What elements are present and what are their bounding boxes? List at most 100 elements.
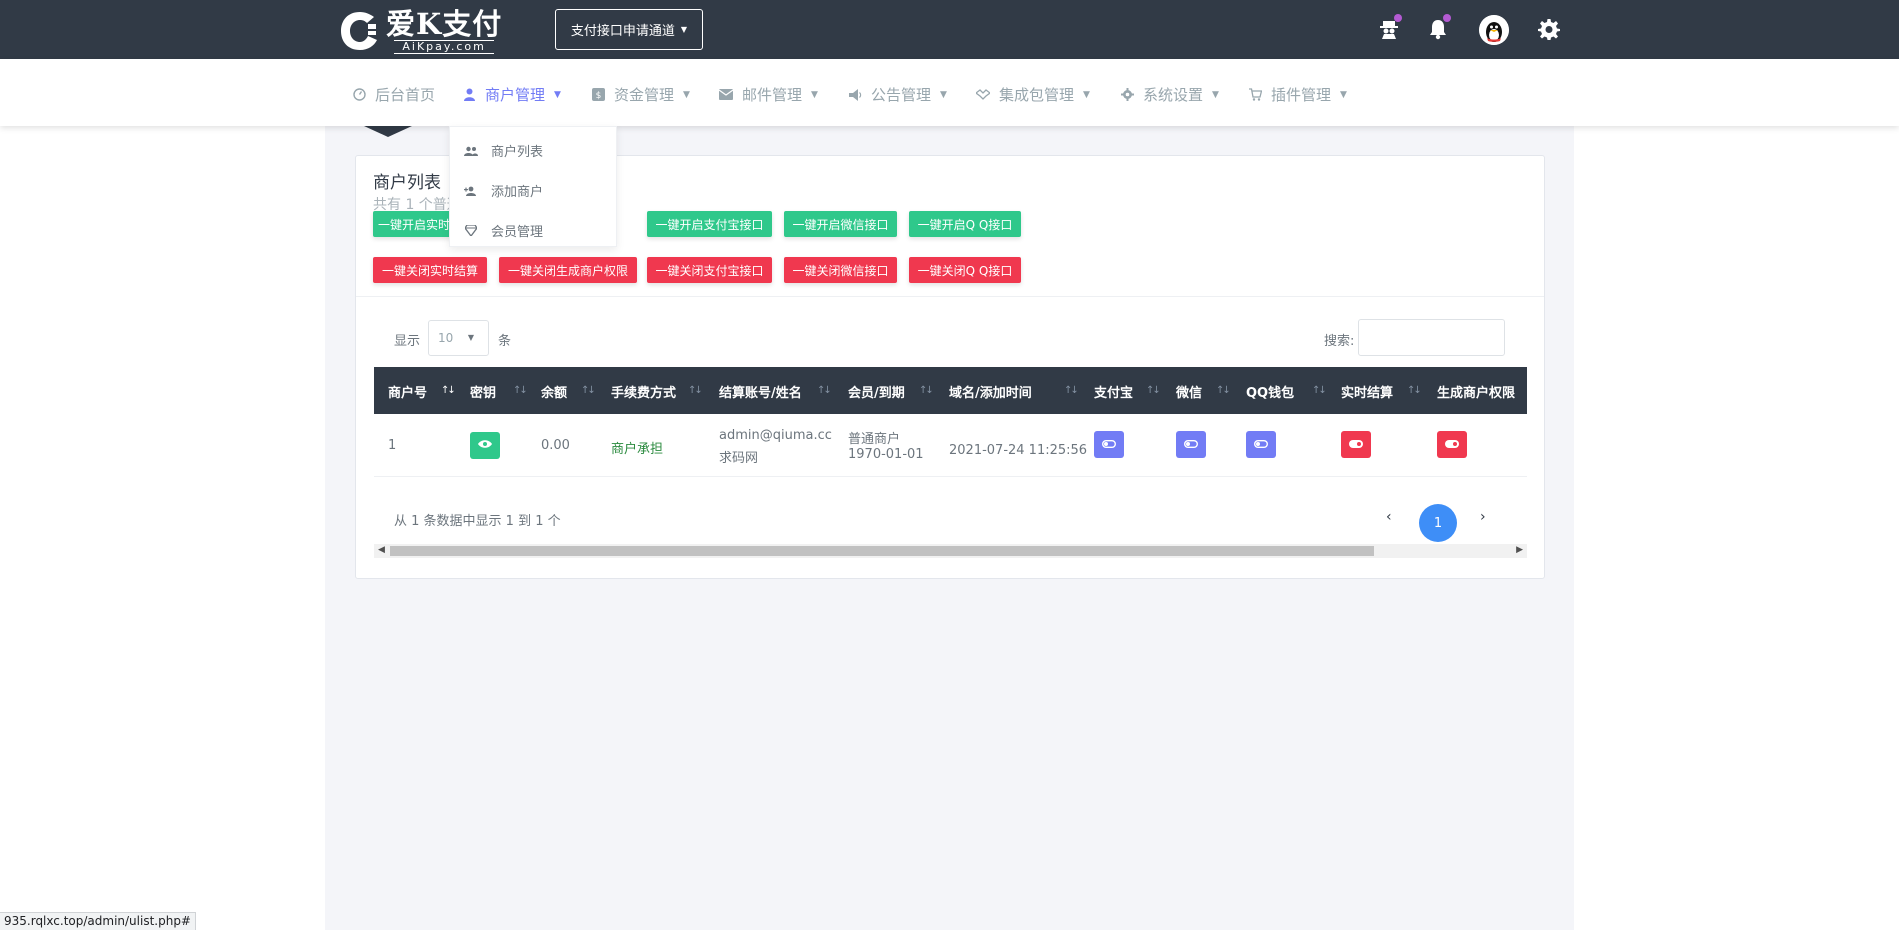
logo-text-en: AiKpay.com bbox=[394, 40, 494, 54]
enable-alipay-button[interactable]: 一键开启支付宝接口 bbox=[647, 211, 772, 237]
nav-item-merchant[interactable]: 商户管理 ▼ bbox=[462, 84, 561, 105]
nav-item-dashboard[interactable]: 后台首页 bbox=[352, 84, 435, 105]
menu-item-merchant-list[interactable]: 商户列表 bbox=[464, 141, 543, 160]
sort-icon[interactable]: ↑↓ bbox=[688, 385, 703, 396]
nav-item-package[interactable]: 集成包管理 ▼ bbox=[976, 84, 1090, 105]
caret-down-icon: ▼ bbox=[1340, 89, 1347, 100]
sort-icon[interactable]: ↑↓ bbox=[1312, 385, 1327, 396]
megaphone-icon bbox=[848, 88, 862, 102]
column-header[interactable]: 支付宝 bbox=[1094, 382, 1133, 401]
logo-text-cn: 爱K支付 bbox=[386, 7, 503, 41]
scroll-right-icon[interactable]: ▶ bbox=[1516, 545, 1523, 555]
column-header[interactable]: 微信 bbox=[1176, 382, 1202, 401]
column-header[interactable]: 密钥 bbox=[470, 382, 496, 401]
settle-name: 求码网 bbox=[719, 451, 759, 466]
logo[interactable]: 爱K支付 AiKpay.com bbox=[338, 8, 502, 54]
caret-down-icon: ▼ bbox=[680, 25, 688, 34]
cart-icon bbox=[1248, 88, 1262, 102]
merchant-dropdown-menu: 商户列表 添加商户 会员管理 bbox=[449, 126, 617, 247]
nav-item-label: 商户管理 bbox=[485, 86, 546, 104]
menu-item-label: 会员管理 bbox=[491, 225, 544, 240]
page-length-select[interactable]: 10 ▼ bbox=[428, 320, 489, 356]
table-row: 1 0.00 商户承担 admin@qiuma.cc 求码网 普通商户 1970… bbox=[374, 414, 1527, 477]
bell-icon[interactable] bbox=[1425, 14, 1451, 42]
gear-icon[interactable] bbox=[1536, 16, 1562, 42]
nav-item-announcement[interactable]: 公告管理 ▼ bbox=[848, 84, 947, 105]
sort-icon[interactable]: ↑↓ bbox=[817, 385, 832, 396]
horizontal-scrollbar[interactable]: ◀ ▶ bbox=[374, 544, 1527, 558]
column-header[interactable]: 生成商户权限 bbox=[1437, 382, 1515, 401]
alipay-toggle[interactable] bbox=[1094, 431, 1124, 458]
page-length-unit: 条 bbox=[498, 334, 512, 349]
column-header[interactable]: 域名/添加时间 bbox=[949, 382, 1032, 401]
svg-text:$: $ bbox=[595, 91, 601, 101]
merchant-id: 1 bbox=[388, 438, 397, 453]
view-key-button[interactable] bbox=[470, 432, 500, 459]
disable-create-merchant-perm-button[interactable]: 一键关闭生成商户权限 bbox=[499, 257, 637, 283]
envelope-icon bbox=[719, 88, 733, 102]
nav-item-settings[interactable]: 系统设置 ▼ bbox=[1120, 84, 1219, 105]
nav-item-label: 插件管理 bbox=[1271, 86, 1332, 104]
top-header: 爱K支付 AiKpay.com 支付接口申请通道 ▼ bbox=[0, 0, 1899, 59]
caret-down-icon: ▼ bbox=[467, 333, 474, 342]
apply-channel-button[interactable]: 支付接口申请通道 ▼ bbox=[555, 9, 703, 50]
column-header[interactable]: 会员/到期 bbox=[848, 382, 905, 401]
sort-icon[interactable]: ↑↓ bbox=[513, 385, 528, 396]
search-input[interactable] bbox=[1358, 319, 1505, 356]
table-info: 从 1 条数据中显示 1 到 1 个 bbox=[394, 514, 561, 529]
scroll-left-icon[interactable]: ◀ bbox=[378, 545, 385, 555]
nav-item-plugins[interactable]: 插件管理 ▼ bbox=[1248, 84, 1347, 105]
disable-qq-button[interactable]: 一键关闭Q Q接口 bbox=[909, 257, 1021, 283]
disable-realtime-settle-button[interactable]: 一键关闭实时结算 bbox=[373, 257, 487, 283]
sort-icon[interactable]: ↑↓ bbox=[1064, 385, 1079, 396]
column-header[interactable]: QQ钱包 bbox=[1246, 382, 1294, 401]
column-header[interactable]: 余额 bbox=[541, 382, 567, 401]
sort-icon[interactable]: ↑↓ bbox=[581, 385, 596, 396]
fee-mode: 商户承担 bbox=[611, 442, 664, 457]
package-icon bbox=[976, 88, 990, 102]
caret-down-icon: ▼ bbox=[683, 89, 690, 100]
toggle-on-icon bbox=[1253, 437, 1269, 452]
next-page-button[interactable]: › bbox=[1480, 509, 1486, 525]
prev-page-button[interactable]: ‹ bbox=[1386, 509, 1392, 525]
menu-item-add-merchant[interactable]: 添加商户 bbox=[464, 181, 543, 200]
enable-realtime-settle-button[interactable]: 一键开启实时 bbox=[373, 211, 455, 237]
column-header[interactable]: 实时结算 bbox=[1341, 382, 1393, 401]
column-header[interactable]: 商户号 bbox=[388, 382, 427, 401]
column-header[interactable]: 结算账号/姓名 bbox=[719, 382, 802, 401]
member-type: 普通商户 bbox=[848, 432, 901, 447]
qqpay-toggle[interactable] bbox=[1246, 431, 1276, 458]
main-nav: 后台首页 商户管理 ▼ $ 资金管理 ▼ 邮件管理 ▼ 公告管理 ▼ 集成包管理… bbox=[0, 59, 1899, 126]
nav-item-funds[interactable]: $ 资金管理 ▼ bbox=[591, 84, 690, 105]
added-time: 2021-07-24 11:25:56 bbox=[949, 443, 1088, 458]
sort-icon[interactable]: ↑↓ bbox=[1216, 385, 1231, 396]
users-icon bbox=[464, 146, 478, 156]
realtime-settle-toggle[interactable] bbox=[1341, 431, 1371, 458]
notification-dot bbox=[1394, 14, 1402, 22]
sort-icon[interactable]: ↑↓ bbox=[1407, 385, 1422, 396]
apply-channel-label: 支付接口申请通道 bbox=[570, 24, 675, 39]
sort-icon[interactable]: ↑↓ bbox=[441, 385, 456, 396]
column-header[interactable]: 手续费方式 bbox=[611, 382, 676, 401]
scrollbar-thumb[interactable] bbox=[390, 546, 1374, 556]
nav-item-mail[interactable]: 邮件管理 ▼ bbox=[719, 84, 818, 105]
menu-item-member-management[interactable]: 会员管理 bbox=[464, 221, 543, 240]
disable-alipay-button[interactable]: 一键关闭支付宝接口 bbox=[647, 257, 772, 283]
toggle-off-icon bbox=[1445, 437, 1459, 452]
avatar[interactable] bbox=[1479, 15, 1509, 45]
sort-icon[interactable]: ↑↓ bbox=[1146, 385, 1161, 396]
page-button-current[interactable]: 1 bbox=[1419, 504, 1457, 542]
disable-wechat-button[interactable]: 一键关闭微信接口 bbox=[784, 257, 897, 283]
enable-wechat-button[interactable]: 一键开启微信接口 bbox=[784, 211, 897, 237]
enable-qq-button[interactable]: 一键开启Q Q接口 bbox=[909, 211, 1021, 237]
wechat-toggle[interactable] bbox=[1176, 431, 1206, 458]
toggle-on-icon bbox=[1183, 437, 1199, 452]
sort-icon[interactable]: ↑↓ bbox=[919, 385, 934, 396]
nav-item-label: 系统设置 bbox=[1143, 86, 1204, 104]
spy-icon[interactable] bbox=[1376, 14, 1402, 42]
caret-down-icon: ▼ bbox=[811, 89, 818, 100]
create-perm-toggle[interactable] bbox=[1437, 431, 1467, 458]
divider bbox=[356, 296, 1544, 297]
dollar-icon: $ bbox=[591, 88, 605, 102]
nav-item-label: 集成包管理 bbox=[999, 86, 1075, 104]
